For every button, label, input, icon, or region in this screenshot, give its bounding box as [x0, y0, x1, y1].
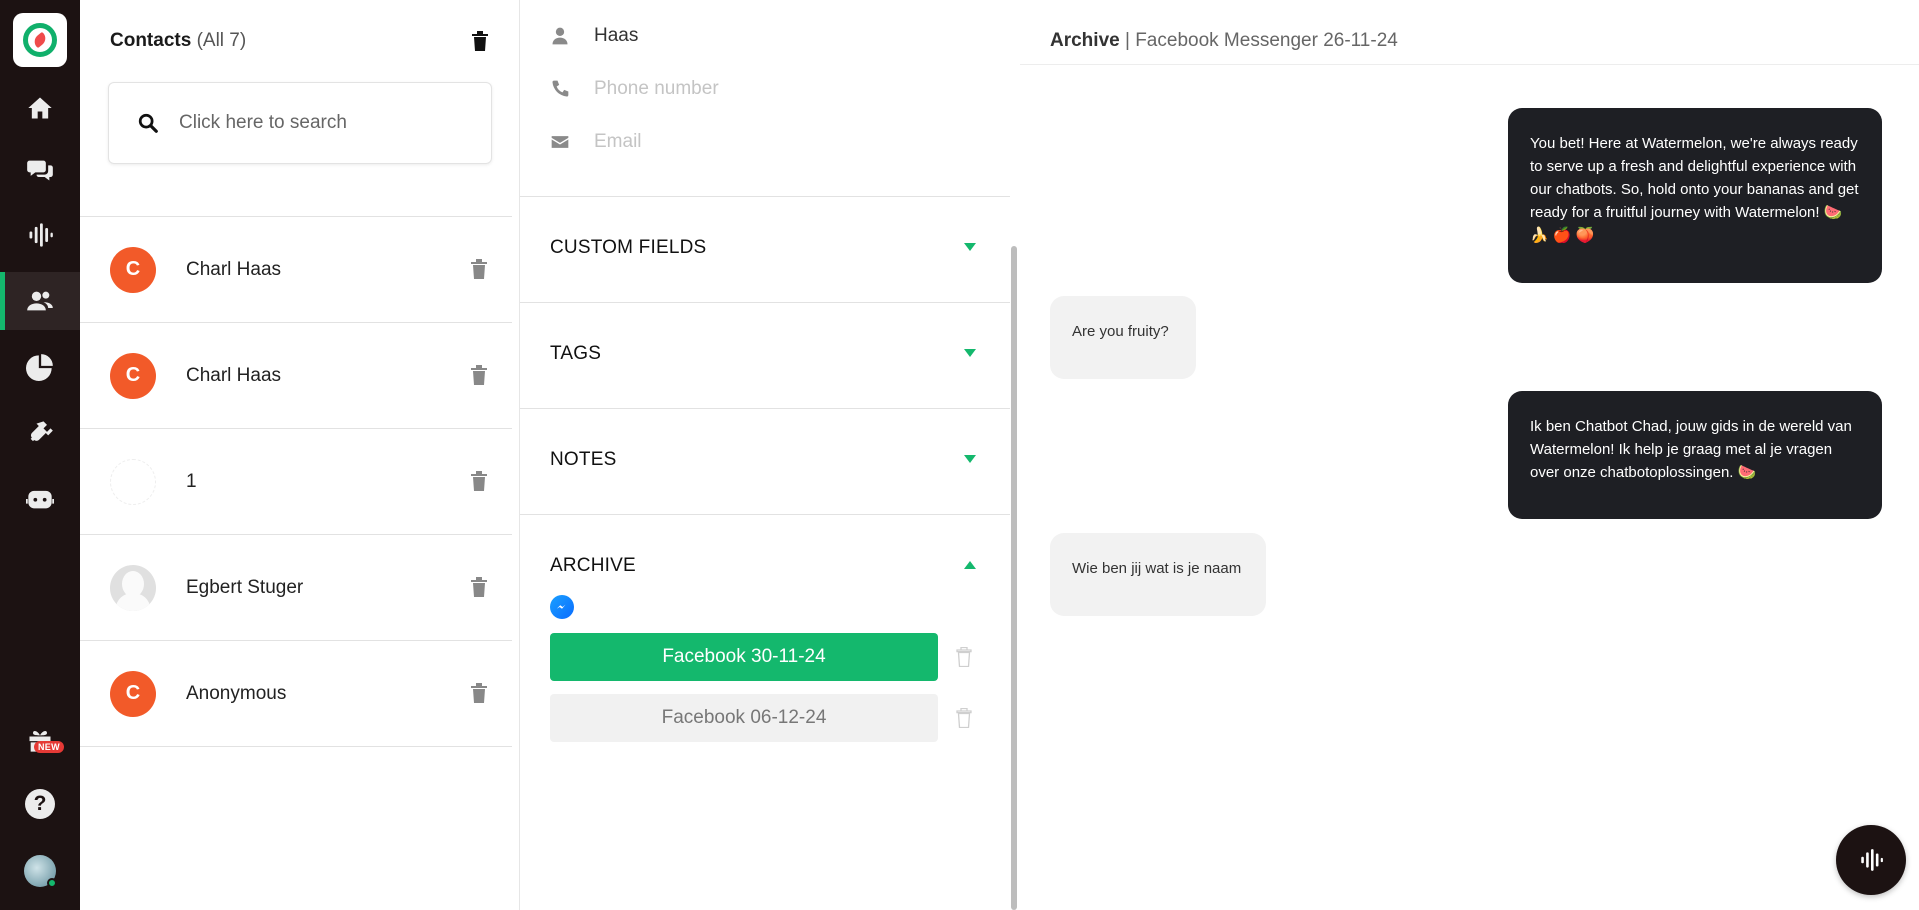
search-icon	[138, 113, 158, 133]
online-indicator	[47, 878, 57, 888]
contact-row[interactable]: C Charl Haas	[80, 217, 512, 323]
archive-item-button[interactable]: Facebook 06-12-24	[550, 694, 938, 742]
caret-up-icon[interactable]	[964, 561, 976, 569]
email-icon	[551, 136, 569, 148]
contacts-panel: Contacts (All 7) C Charl Haas C Charl Ha…	[80, 0, 520, 910]
section-title: TAGS	[550, 343, 602, 364]
contact-avatar	[110, 564, 156, 611]
user-avatar	[24, 855, 57, 888]
delete-all-trash-icon[interactable]	[470, 30, 490, 52]
contact-avatar: C	[110, 670, 156, 717]
caret-down-icon	[964, 349, 976, 357]
section-title: CUSTOM FIELDS	[550, 237, 707, 258]
details-scrollbar-thumb[interactable]	[1011, 246, 1017, 910]
chat-panel: Archive | Facebook Messenger 26-11-24 Yo…	[1020, 0, 1919, 910]
contact-name: Charl Haas	[186, 258, 282, 280]
nav-home[interactable]	[0, 79, 80, 137]
chat-title: Archive	[1050, 30, 1120, 51]
contact-name: Charl Haas	[186, 364, 282, 386]
custom-fields-section[interactable]: CUSTOM FIELDS	[520, 196, 1012, 302]
name-field[interactable]: Haas	[550, 25, 638, 47]
nav-conversations[interactable]	[0, 141, 80, 199]
contact-row[interactable]: C Anonymous	[80, 641, 512, 747]
nav-profile[interactable]	[0, 842, 80, 900]
caret-down-icon	[964, 243, 976, 251]
nav-broadcast[interactable]	[0, 206, 80, 264]
delete-contact-trash-icon[interactable]	[470, 258, 488, 280]
person-icon	[552, 27, 568, 45]
nav-help[interactable]: ?	[0, 775, 80, 833]
contacts-title: Contacts	[110, 30, 192, 51]
message-bubble-outgoing: Ik ben Chatbot Chad, jouw gids in de wer…	[1508, 391, 1882, 519]
email-field[interactable]: Email	[550, 131, 642, 153]
chat-subtitle: Facebook Messenger 26-11-24	[1135, 30, 1398, 51]
search-input[interactable]	[179, 112, 479, 134]
section-title: NOTES	[550, 449, 617, 470]
contact-name: Egbert Stuger	[186, 576, 304, 598]
contact-search	[108, 82, 492, 164]
home-icon	[28, 97, 52, 119]
nav-bots[interactable]	[0, 470, 80, 528]
contact-list: C Charl Haas C Charl Haas 1 Egbert Stuge…	[80, 216, 512, 747]
chat-header: Archive | Facebook Messenger 26-11-24	[1050, 30, 1398, 52]
contact-row[interactable]: 1	[80, 429, 512, 535]
contacts-icon	[27, 291, 53, 311]
delete-archive-trash-icon[interactable]	[956, 708, 972, 728]
notes-section[interactable]: NOTES	[520, 408, 1012, 514]
archive-item-button[interactable]: Facebook 30-11-24	[550, 633, 938, 681]
delete-contact-trash-icon[interactable]	[470, 364, 488, 386]
email-placeholder: Email	[594, 131, 642, 152]
phone-icon	[552, 80, 569, 97]
analytics-icon	[26, 354, 53, 381]
messenger-bolt-icon	[556, 604, 566, 609]
nav-whats-new[interactable]: NEW	[0, 711, 80, 769]
contact-avatar: C	[110, 352, 156, 399]
help-icon: ?	[25, 789, 55, 819]
phone-field[interactable]: Phone number	[550, 78, 719, 100]
watermelon-logo[interactable]	[13, 13, 67, 67]
voice-launcher-button[interactable]	[1836, 825, 1906, 895]
message-bubble-outgoing: You bet! Here at Watermelon, we're alway…	[1508, 108, 1882, 283]
contact-avatar	[110, 458, 156, 505]
contact-name: 1	[186, 470, 197, 492]
chat-header-divider	[1020, 64, 1919, 65]
main-nav-rail: NEW ?	[0, 0, 80, 910]
new-badge: NEW	[34, 741, 64, 753]
nav-analytics[interactable]	[0, 338, 80, 396]
nav-contacts[interactable]	[0, 272, 80, 330]
chat-icon	[27, 160, 53, 181]
contact-name: Anonymous	[186, 682, 287, 704]
caret-down-icon	[964, 455, 976, 463]
delete-contact-trash-icon[interactable]	[470, 682, 488, 704]
delete-archive-trash-icon[interactable]	[956, 647, 972, 667]
audio-icon	[29, 223, 53, 247]
phone-placeholder: Phone number	[594, 78, 719, 99]
name-value: Haas	[594, 25, 639, 46]
section-title[interactable]: ARCHIVE	[550, 555, 636, 577]
bot-icon	[26, 490, 54, 509]
tags-section[interactable]: TAGS	[520, 302, 1012, 408]
message-bubble-incoming: Are you fruity?	[1050, 296, 1196, 379]
integrations-icon	[30, 421, 53, 442]
audio-wave-icon	[1861, 849, 1883, 871]
contact-row[interactable]: C Charl Haas	[80, 323, 512, 429]
chat-header-separator: |	[1119, 30, 1136, 51]
messenger-icon	[550, 595, 574, 619]
contacts-header: Contacts (All 7)	[110, 30, 246, 52]
contacts-count: (All 7)	[196, 30, 247, 51]
logo-seed	[31, 31, 49, 49]
delete-contact-trash-icon[interactable]	[470, 576, 488, 598]
message-bubble-incoming: Wie ben jij wat is je naam	[1050, 533, 1266, 616]
logo-ring	[23, 23, 57, 57]
contact-details-panel: Haas Phone number Email CUSTOM FIELDS TA…	[520, 0, 1019, 910]
contact-row[interactable]: Egbert Stuger	[80, 535, 512, 641]
contact-avatar: C	[110, 246, 156, 293]
nav-integrations[interactable]	[0, 404, 80, 462]
delete-contact-trash-icon[interactable]	[470, 470, 488, 492]
